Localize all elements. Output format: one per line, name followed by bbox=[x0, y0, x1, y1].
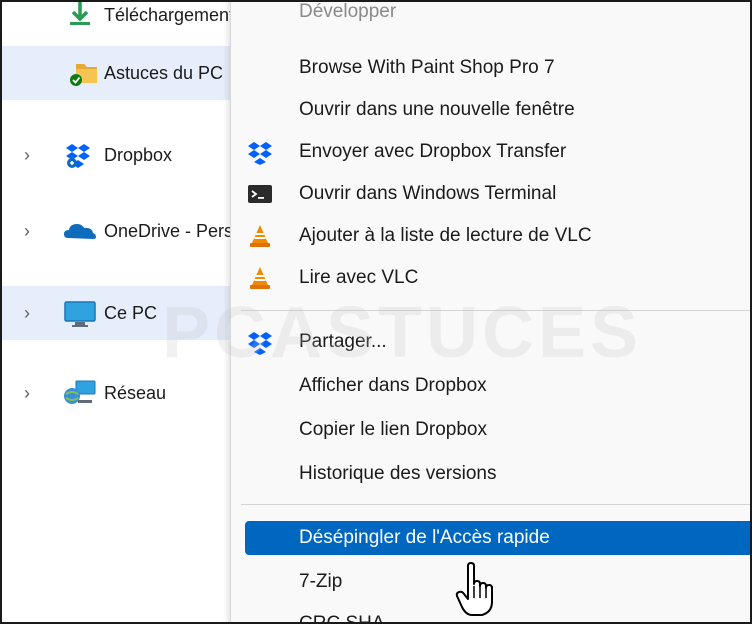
menu-item-new-window[interactable]: Ouvrir dans une nouvelle fenêtre bbox=[231, 90, 750, 130]
vlc-icon bbox=[247, 265, 273, 291]
menu-item-label: Envoyer avec Dropbox Transfer bbox=[299, 141, 567, 162]
menu-item-label: Afficher dans Dropbox bbox=[299, 375, 487, 396]
menu-item-label: 7-Zip bbox=[299, 571, 343, 592]
chevron-right-icon[interactable]: › bbox=[24, 146, 40, 164]
menu-item-label: Ajouter à la liste de lecture de VLC bbox=[299, 225, 592, 246]
sidebar-item-label: Dropbox bbox=[104, 144, 173, 165]
hand-cursor-icon bbox=[455, 562, 493, 616]
sidebar-item-ce-pc[interactable]: › Ce PC bbox=[2, 286, 242, 340]
vlc-icon bbox=[247, 223, 273, 249]
dropbox-icon bbox=[247, 329, 273, 355]
sidebar-item-label: Réseau bbox=[104, 382, 167, 403]
sidebar-item-downloads[interactable]: Téléchargements bbox=[2, 2, 244, 42]
computer-icon bbox=[62, 298, 98, 328]
menu-item-desepingler[interactable]: Désépingler de l'Accès rapide bbox=[231, 518, 750, 558]
menu-item-vlc-add-playlist[interactable]: Ajouter à la liste de lecture de VLC bbox=[231, 216, 750, 256]
menu-item-label: Ouvrir dans une nouvelle fenêtre bbox=[299, 99, 575, 120]
menu-item-label: CRC SHA bbox=[299, 613, 385, 624]
sidebar-item-dropbox[interactable]: › Dropbox bbox=[2, 128, 242, 182]
terminal-icon bbox=[247, 181, 273, 207]
menu-separator bbox=[241, 310, 750, 311]
menu-item-label: Partager... bbox=[299, 331, 387, 352]
menu-item-label: Copier le lien Dropbox bbox=[299, 419, 487, 440]
menu-item-afficher-dropbox[interactable]: Afficher dans Dropbox bbox=[231, 366, 750, 406]
dropbox-icon bbox=[62, 140, 98, 170]
sidebar-item-reseau[interactable]: › Réseau bbox=[2, 366, 242, 420]
chevron-right-icon[interactable]: › bbox=[24, 384, 40, 402]
menu-item-windows-terminal[interactable]: Ouvrir dans Windows Terminal bbox=[231, 174, 750, 214]
menu-item-copier-lien[interactable]: Copier le lien Dropbox bbox=[231, 410, 750, 450]
menu-item-label: Browse With Paint Shop Pro 7 bbox=[299, 57, 555, 78]
menu-item-label: Lire avec VLC bbox=[299, 267, 419, 288]
chevron-right-icon[interactable]: › bbox=[24, 222, 40, 240]
menu-item-developper[interactable]: Développer bbox=[231, 1, 750, 32]
sidebar-item-label: Astuces du PC bbox=[104, 62, 224, 83]
sidebar-item-label: Téléchargements bbox=[104, 4, 244, 25]
menu-item-partager[interactable]: Partager... bbox=[231, 322, 750, 362]
sidebar-item-onedrive[interactable]: › OneDrive - Personnel bbox=[2, 204, 277, 258]
navigation-pane: Téléchargements Astuces du PC › Dropbox … bbox=[2, 2, 277, 622]
chevron-right-icon[interactable]: › bbox=[24, 304, 40, 322]
sidebar-item-astuces-du-pc[interactable]: Astuces du PC bbox=[2, 46, 242, 100]
menu-item-browse-paint-shop[interactable]: Browse With Paint Shop Pro 7 bbox=[231, 48, 750, 88]
menu-item-historique[interactable]: Historique des versions bbox=[231, 454, 750, 494]
menu-separator bbox=[241, 504, 750, 505]
pinned-folder-icon bbox=[62, 58, 98, 88]
menu-item-dropbox-transfer[interactable]: Envoyer avec Dropbox Transfer bbox=[231, 132, 750, 172]
dropbox-icon bbox=[247, 139, 273, 165]
context-menu: Développer Browse With Paint Shop Pro 7 … bbox=[230, 1, 750, 624]
explorer-window: Téléchargements Astuces du PC › Dropbox … bbox=[0, 0, 752, 624]
network-icon bbox=[62, 378, 98, 408]
menu-item-label: Ouvrir dans Windows Terminal bbox=[299, 183, 557, 204]
menu-item-vlc-play[interactable]: Lire avec VLC bbox=[231, 258, 750, 298]
menu-item-label: Historique des versions bbox=[299, 463, 497, 484]
menu-item-label: Développer bbox=[299, 1, 397, 22]
download-icon bbox=[62, 2, 98, 30]
onedrive-cloud-icon bbox=[62, 216, 98, 246]
sidebar-item-label: Ce PC bbox=[104, 302, 158, 323]
menu-item-label: Désépingler de l'Accès rapide bbox=[299, 527, 550, 548]
